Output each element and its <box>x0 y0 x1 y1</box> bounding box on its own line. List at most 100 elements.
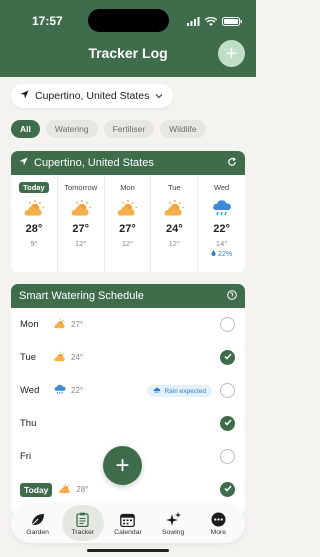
day-high: 27° <box>119 223 136 235</box>
day-label: Today <box>18 182 49 193</box>
schedule-row[interactable]: Wed 22° Rain expected <box>11 374 245 407</box>
schedule-row[interactable]: Thu <box>11 407 245 440</box>
tab-tracker[interactable]: Tracker <box>61 505 104 541</box>
drop-icon <box>211 250 218 258</box>
battery-icon <box>222 13 242 31</box>
status-icons <box>187 13 242 31</box>
filter-chip-wildlife[interactable]: Wildlife <box>160 120 206 138</box>
tab-sowing[interactable]: Sowing <box>152 505 194 541</box>
filter-chip-all[interactable]: All <box>11 120 40 138</box>
tab-more[interactable]: More <box>197 505 239 541</box>
day-low: 12° <box>75 239 87 248</box>
tab-label: Garden <box>26 528 49 536</box>
add-log-button[interactable]: + <box>103 446 142 485</box>
row-temp: 28° <box>76 485 89 494</box>
partly-sunny-icon <box>11 199 57 219</box>
row-weather: 24° <box>53 351 83 364</box>
partly-sunny-icon <box>53 318 67 331</box>
tab-label: Tracker <box>71 528 95 536</box>
signal-icon <box>187 13 200 31</box>
home-indicator <box>87 549 169 552</box>
watered-checkbox[interactable] <box>220 449 235 464</box>
rain-badge-label: Rain expected <box>164 387 206 395</box>
location-arrow-icon <box>19 157 28 169</box>
row-day: Wed <box>20 385 40 396</box>
filter-chips: All Watering Fertiliser Wildlife <box>11 120 206 138</box>
schedule-row[interactable]: Tue 24° <box>11 341 245 374</box>
schedule-row[interactable]: Mon 27° <box>11 308 245 341</box>
plus-icon: + <box>225 42 238 65</box>
row-temp: 22° <box>71 386 84 395</box>
row-day: Mon <box>20 319 39 330</box>
chevron-down-icon <box>155 90 163 102</box>
header: 17:57 Tracker Log + <box>0 0 256 77</box>
row-weather: 22° <box>53 384 83 397</box>
day-high: 27° <box>72 223 90 235</box>
forecast-day: Tomorrow 27° 12° <box>58 175 105 272</box>
watered-checkbox[interactable] <box>220 317 235 332</box>
weather-card-title: Cupertino, United States <box>34 157 154 169</box>
tab-calendar[interactable]: Calendar <box>107 505 149 541</box>
tab-label: Sowing <box>162 528 185 536</box>
add-entry-button[interactable]: + <box>218 40 245 67</box>
day-label: Mon <box>120 183 135 192</box>
day-low: 9° <box>30 239 38 248</box>
forecast-day: Wed 22° 14° 22% <box>198 175 245 272</box>
calendar-icon <box>120 511 136 529</box>
partly-sunny-icon <box>58 199 104 219</box>
plus-icon: + <box>115 451 130 479</box>
forecast-row: Today 28° 9° Tomorrow 27° 12° Mon 27° 12… <box>11 175 245 272</box>
watered-checkbox[interactable] <box>220 482 235 497</box>
location-label: Cupertino, United States <box>35 90 150 102</box>
clipboard-icon <box>76 511 89 529</box>
checkmark-icon <box>223 484 232 495</box>
status-time: 17:57 <box>32 14 63 28</box>
row-day: Tue <box>20 352 37 363</box>
watered-checkbox[interactable] <box>220 383 235 398</box>
today-tag: Today <box>20 482 53 497</box>
forecast-day: Tue 24° 12° <box>151 175 199 272</box>
filter-chip-fertiliser[interactable]: Fertiliser <box>103 120 155 138</box>
row-weather: 27° <box>53 318 83 331</box>
location-selector[interactable]: Cupertino, United States <box>11 84 174 108</box>
tab-garden[interactable]: Garden <box>17 505 59 541</box>
rain-cloud-icon <box>53 384 67 397</box>
filter-chip-watering[interactable]: Watering <box>45 120 98 138</box>
forecast-day: Today 28° 9° <box>11 175 58 272</box>
forecast-day: Mon 27° 12° <box>105 175 152 272</box>
row-weather: 28° <box>58 483 89 496</box>
partly-sunny-icon <box>58 483 72 496</box>
day-label: Tue <box>167 183 181 192</box>
leaf-icon <box>30 511 46 529</box>
wifi-icon <box>204 13 218 31</box>
weather-card-header: Cupertino, United States <box>11 151 245 175</box>
day-label: Tomorrow <box>64 183 98 192</box>
partly-sunny-icon <box>53 351 67 364</box>
sparkles-icon <box>165 511 181 529</box>
rain-cloud-icon <box>198 199 245 219</box>
rain-chance: 22% <box>198 250 245 258</box>
dynamic-island <box>88 9 169 32</box>
status-bar: 17:57 <box>0 0 256 40</box>
tab-bar: Garden Tracker Calendar Sowing More <box>11 503 245 543</box>
row-temp: 24° <box>71 353 84 362</box>
watered-checkbox[interactable] <box>220 350 235 365</box>
tab-label: More <box>210 528 227 536</box>
row-day: Fri <box>20 451 32 462</box>
tab-label: Calendar <box>114 528 142 536</box>
day-label: Wed <box>213 183 230 192</box>
day-high: 24° <box>165 223 183 235</box>
info-icon[interactable] <box>227 289 237 303</box>
checkmark-icon <box>223 418 232 429</box>
partly-sunny-icon <box>105 199 151 219</box>
refresh-icon[interactable] <box>227 156 237 170</box>
location-arrow-icon <box>20 90 29 102</box>
weather-card: Cupertino, United States Today 28° 9° To… <box>11 151 245 272</box>
day-low: 12° <box>168 239 180 248</box>
rain-chance-value: 22% <box>218 251 233 258</box>
rain-cloud-icon <box>153 387 161 396</box>
row-temp: 27° <box>71 320 84 329</box>
partly-sunny-icon <box>151 199 197 219</box>
schedule-header: Smart Watering Schedule <box>11 284 245 308</box>
watered-checkbox[interactable] <box>220 416 235 431</box>
